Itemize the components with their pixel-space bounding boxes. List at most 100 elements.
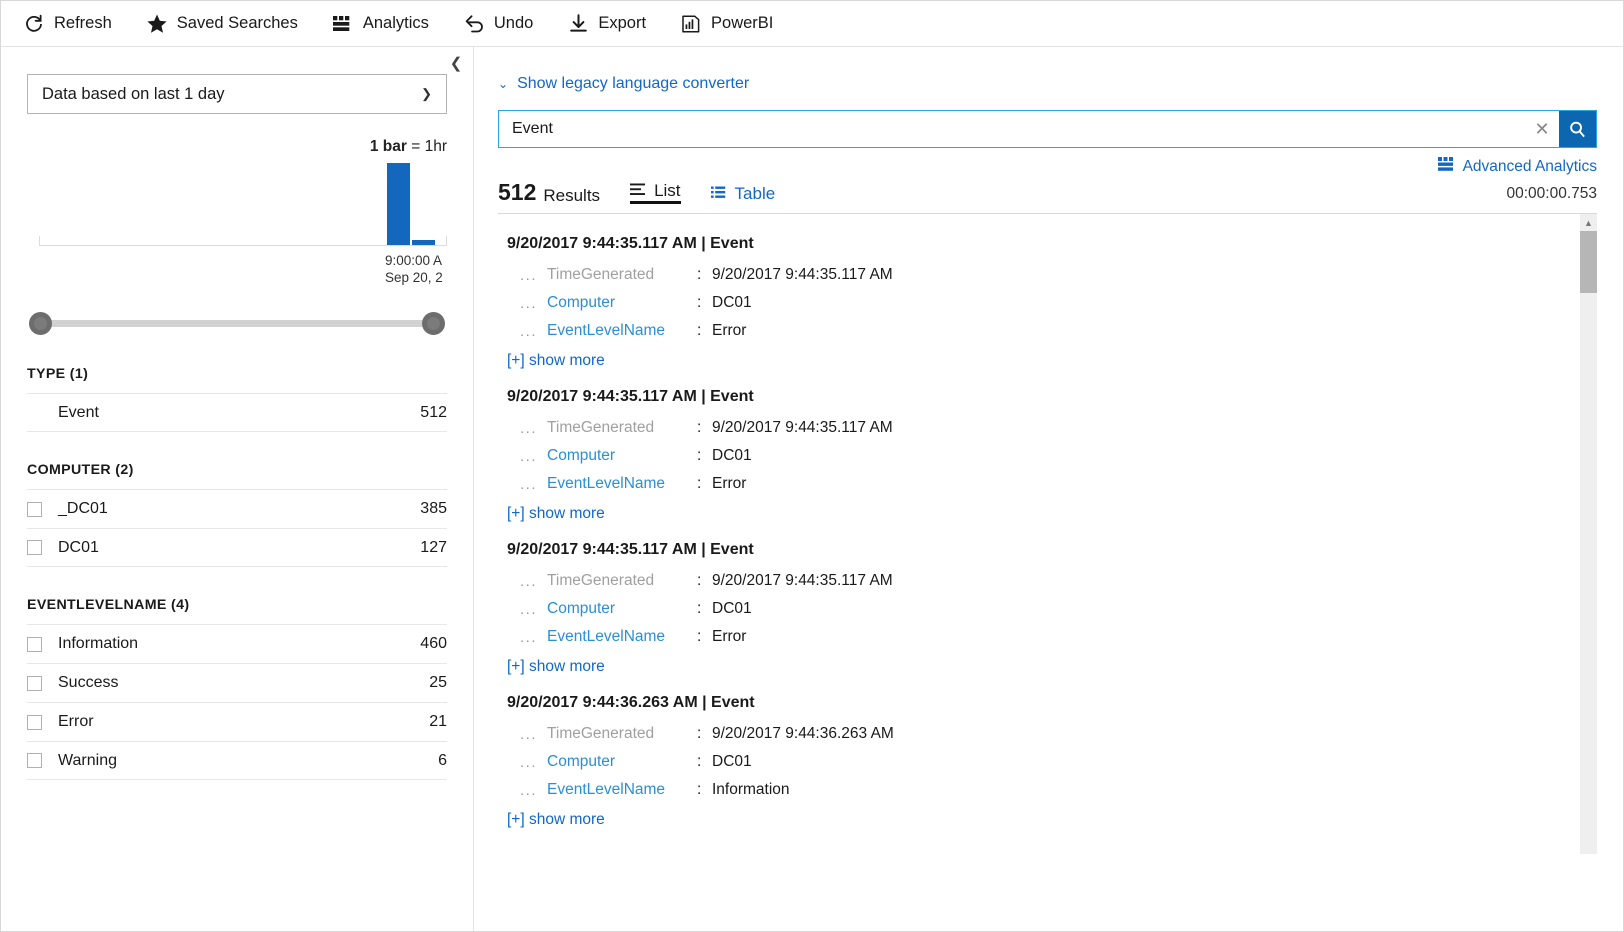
show-more-link[interactable]: [+] show more xyxy=(498,804,1575,833)
toolbar-button-label: Saved Searches xyxy=(176,14,298,32)
facet-checkbox[interactable] xyxy=(27,636,42,652)
field-value: DC01 xyxy=(712,447,752,464)
slider-handle-right[interactable] xyxy=(422,312,445,335)
field-menu-dots-icon[interactable]: ... xyxy=(520,295,547,312)
field-separator: : xyxy=(697,475,702,492)
field-key[interactable]: EventLevelName xyxy=(547,475,697,493)
field-menu-dots-icon[interactable]: ... xyxy=(520,782,547,799)
show-more-link[interactable]: [+] show more xyxy=(498,498,1575,527)
result-item: 9/20/2017 9:44:35.117 AM | Event... TimeG… xyxy=(498,226,1575,374)
field-menu-dots-icon[interactable]: ... xyxy=(520,754,547,771)
facet-row[interactable]: Error 21 xyxy=(27,702,447,741)
double-chevron-down-icon: ⌄ xyxy=(498,76,509,91)
powerbi-icon xyxy=(680,13,702,35)
show-legacy-converter-link[interactable]: ⌄ Show legacy language converter xyxy=(498,75,749,93)
field-value: DC01 xyxy=(712,600,752,617)
field-menu-dots-icon[interactable]: ... xyxy=(520,573,547,590)
field-key[interactable]: EventLevelName xyxy=(547,628,697,646)
result-item: 9/20/2017 9:44:35.117 AM | Event... TimeG… xyxy=(498,532,1575,680)
result-title: 9/20/2017 9:44:36.263 AM | Event xyxy=(507,694,755,711)
field-key[interactable]: EventLevelName xyxy=(547,781,697,799)
field-key[interactable]: Computer xyxy=(547,447,697,465)
facet-checkbox[interactable] xyxy=(27,540,42,555)
time-range-dropdown[interactable]: Data based on last 1 day ❯ xyxy=(27,74,447,114)
facet-list: TYPE (1) Event 512 COMPUTER (2) _DC01 385 DC01… xyxy=(27,366,447,780)
facet-row[interactable]: _DC01 385 xyxy=(27,489,447,528)
facet-title-text: TYPE xyxy=(27,366,66,382)
field-key[interactable]: Computer xyxy=(547,753,697,771)
toolbar-button-powerbi[interactable]: PowerBI xyxy=(680,13,773,35)
facet-checkbox[interactable] xyxy=(27,501,42,517)
time-histogram[interactable]: 9:00:00 A Sep 20, 2 xyxy=(27,163,447,285)
facet-row-label: Information xyxy=(58,635,139,652)
field-key[interactable]: Computer xyxy=(547,294,697,312)
field-value: DC01 xyxy=(712,753,752,770)
facet-row[interactable]: Warning 6 xyxy=(27,741,447,780)
search-input[interactable] xyxy=(499,111,1525,147)
show-more-link[interactable]: [+] show more xyxy=(498,651,1575,680)
list-icon xyxy=(630,182,647,199)
toolbar-button-export[interactable]: Export xyxy=(567,13,646,35)
advanced-analytics-link[interactable]: Advanced Analytics xyxy=(1437,157,1597,176)
toolbar-button-saved-searches[interactable]: Saved Searches xyxy=(146,13,298,35)
field-menu-dots-icon[interactable]: ... xyxy=(520,601,547,618)
facet-row[interactable]: Information 460 xyxy=(27,624,447,663)
close-icon[interactable]: ✕ xyxy=(1525,111,1559,147)
field-separator: : xyxy=(697,419,702,436)
show-more-link[interactable]: [+] show more xyxy=(498,345,1575,374)
tab-list[interactable]: List xyxy=(630,182,681,204)
toolbar-button-label: Refresh xyxy=(54,14,112,32)
field-menu-dots-icon[interactable]: ... xyxy=(520,448,547,465)
chevron-left-icon[interactable]: ❮ xyxy=(447,52,465,74)
facet-checkbox[interactable] xyxy=(27,675,42,691)
toolbar-button-analytics[interactable]: Analytics xyxy=(332,13,429,35)
tab-table[interactable]: Table xyxy=(710,185,775,204)
chart-bar[interactable] xyxy=(387,163,410,245)
chart-bar[interactable] xyxy=(412,240,435,245)
time-range-slider[interactable] xyxy=(27,310,447,336)
facet-row-label: _DC01 xyxy=(58,500,108,517)
field-menu-dots-icon[interactable]: ... xyxy=(520,476,547,493)
facet-row[interactable]: Event 512 xyxy=(27,393,447,432)
facet-row-count: 460 xyxy=(420,635,447,652)
field-key[interactable]: EventLevelName xyxy=(547,322,697,340)
facet-group: COMPUTER (2) _DC01 385 DC01 127 xyxy=(27,462,447,567)
toolbar-button-label: Export xyxy=(598,14,647,32)
refresh-icon xyxy=(23,13,45,35)
field-menu-dots-icon[interactable]: ... xyxy=(520,267,547,284)
result-field: ... EventLevelName: Error xyxy=(498,470,1575,498)
toolbar-button-label: PowerBI xyxy=(711,14,774,32)
slider-handle-left[interactable] xyxy=(29,312,52,335)
facet-checkbox[interactable] xyxy=(27,714,42,730)
toolbar-button-refresh[interactable]: Refresh xyxy=(23,13,112,35)
field-key[interactable]: Computer xyxy=(547,600,697,618)
field-menu-dots-icon[interactable]: ... xyxy=(520,420,547,437)
results-scrollbar[interactable]: ▲ xyxy=(1580,214,1597,854)
field-value: 9/20/2017 9:44:35.117 AM xyxy=(712,572,893,589)
facet-checkbox[interactable] xyxy=(27,753,42,768)
search-icon[interactable] xyxy=(1559,111,1596,147)
scroll-up-arrow-icon[interactable]: ▲ xyxy=(1580,214,1597,231)
scrollbar-thumb[interactable] xyxy=(1580,231,1597,293)
toolbar-button-undo[interactable]: Undo xyxy=(463,13,533,35)
field-menu-dots-icon[interactable]: ... xyxy=(520,726,547,743)
field-menu-dots-icon[interactable]: ... xyxy=(520,629,547,646)
field-value: Error xyxy=(712,322,747,339)
facet-title: EVENTLEVELNAME (4) xyxy=(27,597,447,624)
advanced-analytics-label: Advanced Analytics xyxy=(1462,157,1597,175)
results-count: 512 xyxy=(498,179,537,205)
field-menu-dots-icon[interactable]: ... xyxy=(520,323,547,340)
facet-title-count: (1) xyxy=(69,366,89,382)
results-list: 9/20/2017 9:44:35.117 AM | Event ... TimeG… xyxy=(498,214,1597,854)
result-field: ... TimeGenerated:9/20/2017 9:44:35.117 A… xyxy=(498,414,1575,442)
facet-row-count: 6 xyxy=(438,751,447,769)
facet-title-count: (2) xyxy=(115,462,134,478)
field-value: Information xyxy=(712,781,790,798)
facet-row[interactable]: Success 25 xyxy=(27,663,447,702)
facet-row-count: 127 xyxy=(420,538,447,556)
facet-row[interactable]: DC01 127 xyxy=(27,528,447,567)
main-split: ❮ Data based on last 1 day ❯ 1 bar = 1hr… xyxy=(1,47,1623,931)
facet-row-count: 21 xyxy=(429,713,447,730)
result-title: 9/20/2017 9:44:35.117 AM | Event xyxy=(507,388,754,405)
field-value: DC01 xyxy=(712,294,752,311)
